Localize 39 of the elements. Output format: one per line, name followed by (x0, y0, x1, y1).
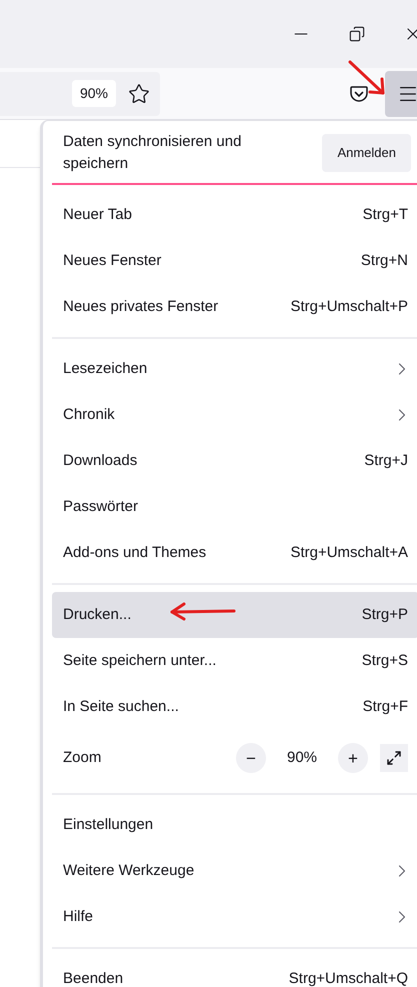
menu-item[interactable]: Chronik (52, 392, 417, 438)
shortcut-text: Strg+Umschalt+A (290, 542, 408, 563)
shortcut-text: Strg+N (360, 250, 408, 271)
expand-icon (386, 750, 402, 766)
menu-item-label: Zoom (63, 748, 102, 768)
annotation-arrow (170, 602, 236, 620)
sign-in-button[interactable]: Anmelden (322, 134, 411, 172)
menu-item[interactable]: Neues Fenster Strg+N (52, 238, 417, 284)
zoom-out-button[interactable]: − (236, 743, 266, 773)
menu-item[interactable]: Drucken... Strg+P (52, 592, 417, 638)
menu-item[interactable]: Add-ons und Themes Strg+Umschalt+A (52, 530, 417, 576)
sync-text: Daten synchronisieren und speichern (63, 132, 242, 174)
menu-item[interactable]: Hilfe (52, 894, 417, 940)
shortcut-text: Strg+P (362, 604, 408, 625)
menu-item[interactable]: Passwörter (52, 484, 417, 530)
shortcut-text: Strg+T (362, 204, 408, 225)
menu-item[interactable]: Downloads Strg+J (52, 438, 417, 484)
menu-item[interactable]: Neuer Tab Strg+T (52, 192, 417, 238)
fullscreen-button[interactable] (380, 744, 408, 772)
shortcut-text: Strg+Umschalt+Q (288, 968, 408, 987)
menu-item[interactable]: Seite speichern unter... Strg+S (52, 638, 417, 684)
shortcut-text: Strg+F (362, 696, 408, 717)
shortcut-text: Strg+J (364, 450, 408, 471)
menu-item[interactable]: Beenden Strg+Umschalt+Q (52, 956, 417, 987)
shortcut-text: Strg+Umschalt+P (290, 296, 408, 317)
menu-button[interactable] (385, 70, 417, 116)
zoom-badge[interactable]: 90% (72, 80, 116, 107)
menu-item[interactable]: In Seite suchen... Strg+F (52, 684, 417, 730)
zoom-in-button[interactable]: + (338, 743, 368, 773)
menu-item[interactable]: Einstellungen (52, 802, 417, 848)
menu-item[interactable]: Lesezeichen (52, 346, 417, 392)
restore-icon[interactable] (349, 26, 365, 42)
menu-item[interactable]: Neues privates Fenster Strg+Umschalt+P (52, 284, 417, 330)
annotation-arrow (348, 60, 384, 94)
pocket-icon[interactable] (349, 84, 369, 104)
zoom-level: 90% (286, 748, 318, 768)
star-icon[interactable] (128, 82, 150, 104)
shortcut-text: Strg+S (362, 650, 408, 671)
menu-item[interactable]: Weitere Werkzeuge (52, 848, 417, 894)
